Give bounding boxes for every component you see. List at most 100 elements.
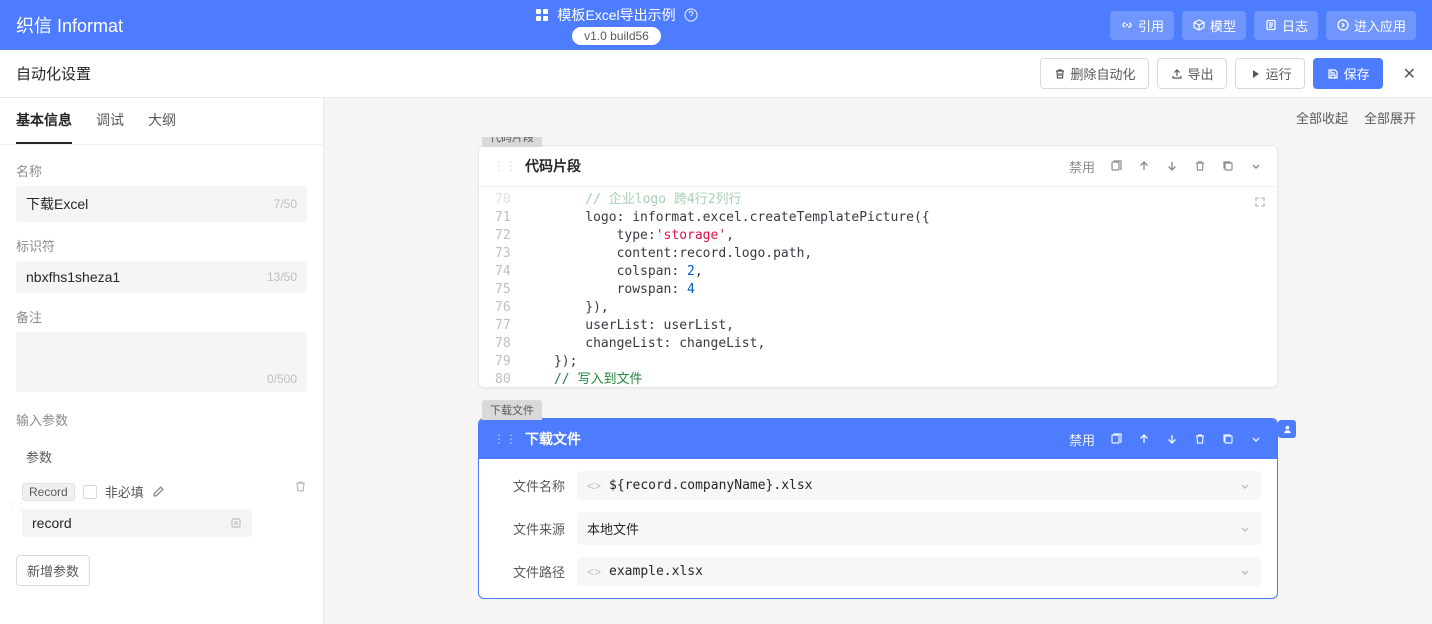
top-header: 织信 Informat 模板Excel导出示例 v1.0 build56 引用 … [0,0,1432,50]
trash-icon[interactable] [1193,159,1207,173]
logo-text: 织信 Informat [16,12,123,38]
canvas-scroll[interactable]: 代码片段 ⋮⋮ 代码片段 禁用 [324,137,1432,624]
run-button[interactable]: 运行 [1235,58,1305,89]
expand-all-button[interactable]: 全部展开 [1364,108,1416,127]
drag-handle-icon[interactable]: ⋮⋮ [493,432,517,446]
file-path-input[interactable]: <> example.xlsx [577,557,1261,586]
disable-button[interactable]: 禁用 [1069,430,1095,449]
name-counter: 7/50 [274,197,297,211]
input-params-section-label: 输入参数 [16,410,307,429]
name-input[interactable]: 下载Excel 7/50 [16,186,307,222]
disable-button[interactable]: 禁用 [1069,157,1095,176]
logs-button[interactable]: 日志 [1254,11,1318,40]
identifier-label: 标识符 [16,236,307,255]
canvas-panel: 全部收起 全部展开 代码片段 ⋮⋮ 代码片段 禁用 [324,98,1432,624]
move-down-icon[interactable] [1165,159,1179,173]
copy-icon[interactable] [1109,432,1123,446]
name-label: 名称 [16,161,307,180]
expression-icon: <> [587,479,601,493]
trash-icon[interactable] [1193,432,1207,446]
optional-checkbox[interactable] [83,485,97,499]
copy-icon[interactable] [1109,159,1123,173]
chevron-down-icon[interactable] [1239,480,1251,492]
question-circle-icon[interactable] [684,8,698,22]
link-icon [1120,18,1134,32]
name-input-value: 下载Excel [26,194,88,214]
file-source-select[interactable]: 本地文件 [577,512,1261,545]
code-snippet-node: ⋮⋮ 代码片段 禁用 [478,145,1278,388]
param-name-value: record [32,515,72,531]
chevron-down-icon[interactable] [1249,159,1263,173]
node-type-tag: 下载文件 [482,400,542,420]
identifier-input-value: nbxfhs1sheza1 [26,269,120,285]
move-up-icon[interactable] [1137,159,1151,173]
log-icon [1264,18,1278,32]
params-column-header: 参数 [16,439,307,474]
app-title: 模板Excel导出示例 [557,5,675,25]
export-icon [1170,67,1184,81]
file-name-input[interactable]: <> ${record.companyName}.xlsx [577,471,1261,500]
chevron-down-icon[interactable] [1239,566,1251,578]
delete-automation-button[interactable]: 删除自动化 [1040,58,1149,89]
chevron-down-icon[interactable] [1249,432,1263,446]
param-type-tag: Record [22,483,75,501]
tab-debug[interactable]: 调试 [96,98,124,144]
canvas-toolbar: 全部收起 全部展开 [324,98,1432,137]
file-name-value: ${record.companyName}.xlsx [609,478,813,493]
trash-icon [1053,67,1067,81]
param-name-input[interactable]: record [22,509,252,537]
remark-input[interactable]: 0/500 [16,332,307,392]
node-header[interactable]: ⋮⋮ 下载文件 禁用 [479,419,1277,459]
file-path-value: example.xlsx [609,564,703,579]
record-type-icon [230,517,242,529]
enter-icon [1336,18,1350,32]
header-actions: 引用 模型 日志 进入应用 [1110,11,1416,40]
node-type-tag: 代码片段 [482,137,542,147]
delete-param-icon[interactable] [294,480,307,493]
add-param-button[interactable]: 新增参数 [16,555,90,586]
move-up-icon[interactable] [1137,432,1151,446]
play-icon [1248,67,1262,81]
enter-app-button[interactable]: 进入应用 [1326,11,1416,40]
drag-handle-icon[interactable]: ⋮⋮ [6,502,26,513]
tab-outline[interactable]: 大纲 [148,98,176,144]
person-badge-icon[interactable] [1278,420,1296,438]
page-title: 自动化设置 [16,63,1040,84]
file-source-value: 本地文件 [587,519,639,538]
reference-button[interactable]: 引用 [1110,11,1174,40]
file-source-label: 文件来源 [495,519,565,538]
duplicate-icon[interactable] [1221,432,1235,446]
identifier-counter: 13/50 [267,270,297,284]
sub-actions: 删除自动化 导出 运行 保存 ✕ [1040,58,1416,89]
duplicate-icon[interactable] [1221,159,1235,173]
remark-counter: 0/500 [267,372,297,386]
save-button[interactable]: 保存 [1313,58,1383,89]
edit-icon[interactable] [152,485,165,498]
tab-basic[interactable]: 基本信息 [16,98,72,144]
collapse-all-button[interactable]: 全部收起 [1296,108,1348,127]
download-file-node: ⋮⋮ 下载文件 禁用 [478,418,1278,599]
move-down-icon[interactable] [1165,432,1179,446]
left-panel: 基本信息 调试 大纲 名称 下载Excel 7/50 标识符 nbxfhs1sh… [0,98,324,624]
app-grid-icon [535,8,549,22]
sub-header: 自动化设置 删除自动化 导出 运行 保存 ✕ [0,50,1432,98]
identifier-input[interactable]: nbxfhs1sheza1 13/50 [16,261,307,293]
chevron-down-icon[interactable] [1239,523,1251,535]
node-title: 下载文件 [525,429,1069,449]
model-button[interactable]: 模型 [1182,11,1246,40]
close-icon[interactable]: ✕ [1403,64,1416,84]
file-name-label: 文件名称 [495,476,565,495]
code-editor[interactable]: 707172737475767778798081 // 企业logo 跨4行2列… [479,187,1277,387]
drag-handle-icon[interactable]: ⋮⋮ [493,159,517,173]
save-icon [1326,67,1340,81]
header-center: 模板Excel导出示例 v1.0 build56 [123,5,1110,45]
node-header[interactable]: ⋮⋮ 代码片段 禁用 [479,146,1277,187]
param-row: ⋮⋮ Record 非必填 record [16,474,307,545]
node-title: 代码片段 [525,156,1069,176]
file-path-label: 文件路径 [495,562,565,581]
cube-icon [1192,18,1206,32]
version-pill[interactable]: v1.0 build56 [572,27,661,45]
app-logo[interactable]: 织信 Informat [16,12,123,38]
expression-icon: <> [587,565,601,579]
export-button[interactable]: 导出 [1157,58,1227,89]
